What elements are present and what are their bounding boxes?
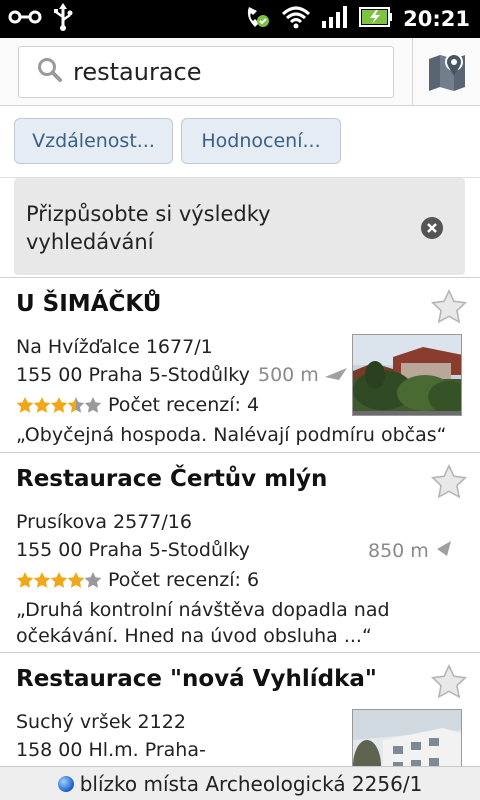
cell-signal-icon — [321, 5, 349, 33]
close-icon[interactable] — [421, 217, 443, 239]
result-distance: 500 m — [258, 364, 347, 386]
star-icon[interactable] — [430, 663, 468, 701]
filter-rating-button[interactable]: Hodnocení... — [181, 118, 341, 164]
review-count: Počet recenzí: 6 — [108, 569, 260, 591]
map-icon — [427, 49, 467, 95]
search-input[interactable]: restaurace — [18, 46, 394, 98]
usb-icon — [52, 3, 74, 35]
result-snippet-cont: očekávání. Hned na úvod obsluha ...“ — [16, 625, 372, 647]
search-query: restaurace — [73, 58, 202, 86]
wifi-icon — [281, 5, 311, 33]
result-title: Restaurace Čertův mlýn — [16, 466, 328, 492]
status-bar: 20:21 — [0, 0, 480, 38]
direction-arrow-icon — [435, 539, 453, 562]
direction-arrow-icon — [324, 364, 347, 386]
results-list: U ŠIMÁČKŮ Na Hvížďalce 1677/1 155 00 Pra… — [0, 277, 480, 791]
map-button[interactable] — [412, 38, 480, 106]
clock: 20:21 — [403, 7, 470, 31]
result-street: Prusíkova 2577/16 — [16, 511, 192, 533]
result-city: 155 00 Praha 5-Stodůlky — [16, 539, 250, 561]
usb-debug-icon — [8, 6, 42, 32]
location-bar[interactable]: blízko místa Archeologická 2256/1 — [0, 766, 480, 800]
result-street: Suchý vršek 2122 — [16, 711, 186, 733]
list-item[interactable]: Restaurace "nová Vyhlídka" Suchý vršek 2… — [0, 652, 480, 791]
filter-row: Vzdálenost... Hodnocení... — [0, 106, 480, 178]
location-dot-icon — [57, 775, 74, 792]
star-icon[interactable] — [430, 463, 468, 501]
list-item[interactable]: Restaurace Čertův mlýn Prusíkova 2577/16… — [0, 452, 480, 652]
list-item[interactable]: U ŠIMÁČKŮ Na Hvížďalce 1677/1 155 00 Pra… — [0, 277, 480, 452]
result-title: Restaurace "nová Vyhlídka" — [16, 666, 377, 692]
distance-text: 500 m — [258, 364, 319, 386]
battery-charging-icon — [359, 6, 393, 32]
result-city: 155 00 Praha 5-Stodůlky — [16, 364, 250, 386]
result-street: Na Hvížďalce 1677/1 — [16, 336, 213, 358]
location-text: blízko místa Archeologická 2256/1 — [79, 771, 423, 796]
result-photo[interactable] — [352, 334, 462, 416]
result-distance: 850 m — [368, 539, 453, 562]
review-count: Počet recenzí: 4 — [108, 394, 260, 416]
result-city: 158 00 Hl.m. Praha- — [16, 739, 206, 761]
result-snippet: „Druhá kontrolní návštěva dopadla nad — [16, 599, 390, 621]
distance-text: 850 m — [368, 539, 429, 562]
search-icon — [37, 57, 63, 87]
rating: Počet recenzí: 4 — [16, 394, 259, 416]
result-title: U ŠIMÁČKŮ — [16, 291, 162, 317]
filter-distance-button[interactable]: Vzdálenost... — [14, 118, 173, 164]
banner-text: Přizpůsobte si výsledky vyhledávání — [26, 202, 271, 254]
star-icon[interactable] — [430, 288, 468, 326]
phone-signal-icon — [243, 3, 271, 35]
search-bar: restaurace — [0, 38, 480, 106]
rating-stars-icon — [16, 570, 102, 590]
rating: Počet recenzí: 6 — [16, 569, 259, 591]
customize-results-banner[interactable]: Přizpůsobte si výsledky vyhledávání — [14, 178, 465, 275]
result-snippet: „Obyčejná hospoda. Nalévají podmíru obča… — [16, 424, 447, 446]
rating-stars-icon — [16, 395, 102, 415]
